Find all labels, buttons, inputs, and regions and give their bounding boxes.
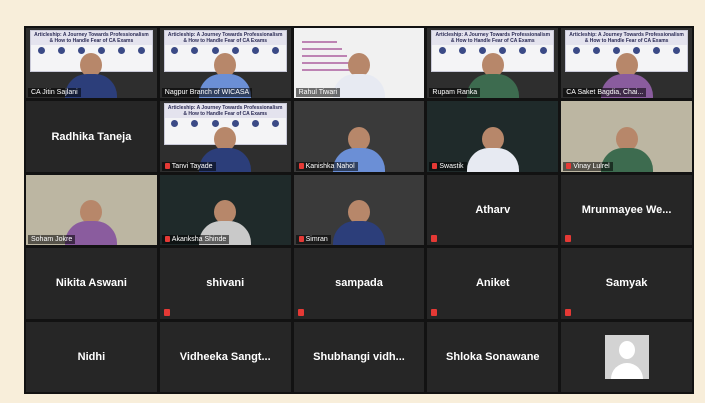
participant-tile[interactable]: sampada: [293, 248, 425, 319]
participant-tile[interactable]: [561, 321, 692, 392]
participant-tile[interactable]: Articleship: A Journey Towards Professio…: [561, 28, 692, 99]
participant-tile[interactable]: Samyak: [561, 248, 692, 319]
participant-name-tag: Nagpur Branch of WICASA: [161, 88, 253, 98]
muted-mic-icon: [164, 162, 170, 169]
participant-tile[interactable]: Articleship: A Journey Towards Professio…: [159, 28, 291, 99]
slide-title: Articleship: A Journey Towards Professio…: [566, 31, 687, 45]
participant-video-person: [466, 126, 519, 172]
participant-name: Radhika Taneja: [51, 130, 132, 143]
participant-tile[interactable]: Soham Jokre: [26, 174, 157, 246]
participant-name: Soham Jokre: [31, 236, 73, 244]
participant-tile[interactable]: Shubhangi vidh...: [293, 321, 425, 392]
participant-tile[interactable]: Nikita Aswani: [26, 248, 157, 319]
slide-title: Articleship: A Journey Towards Professio…: [164, 31, 286, 45]
muted-mic-icon: [298, 236, 304, 243]
participant-name: Akanksha Shinde: [171, 236, 227, 244]
participant-tile[interactable]: Shloka Sonawane: [427, 321, 559, 392]
participant-name: Vinay Lulrel: [573, 162, 610, 170]
participant-name: Nidhi: [77, 350, 106, 363]
participant-name-tag: Swastik: [429, 161, 467, 171]
participant-tile[interactable]: Swastik: [427, 101, 559, 172]
participant-tile[interactable]: Articleship: A Journey Towards Professio…: [427, 28, 559, 99]
participant-name: Tanvi Tayade: [171, 162, 213, 170]
participant-tile[interactable]: Radhika Taneja: [26, 101, 157, 172]
participant-name-tag: Rahul Tiwari: [295, 88, 341, 98]
participant-name: Samyak: [605, 277, 648, 290]
participant-name-tag: Soham Jokre: [28, 235, 76, 245]
video-gallery-grid: Articleship: A Journey Towards Professio…: [24, 26, 694, 394]
participant-name-tag: Kanishka Nahol: [295, 161, 358, 171]
participant-name: Mrunmayee We...: [581, 203, 672, 216]
participant-name: Simran: [305, 236, 328, 244]
muted-mic-icon: [565, 308, 572, 316]
participant-name: Kanishka Nahol: [305, 162, 355, 170]
participant-name: Rupam Ranka: [432, 89, 478, 97]
participant-name: Nagpur Branch of WICASA: [164, 89, 250, 97]
muted-mic-icon: [431, 235, 438, 243]
page-background: Articleship: A Journey Towards Professio…: [0, 0, 705, 403]
participant-tile[interactable]: Vinay Lulrel: [561, 101, 692, 172]
participant-tile[interactable]: Articleship: A Journey Towards Professio…: [26, 28, 157, 99]
participant-tile[interactable]: Kanishka Nahol: [293, 101, 425, 172]
muted-mic-icon: [163, 308, 170, 316]
participant-name-tag: Simran: [295, 235, 331, 245]
participant-name: shivani: [206, 277, 245, 290]
slide-title: Articleship: A Journey Towards Professio…: [31, 31, 152, 45]
participant-name-tag: CA Saket Bagdia, Chai...: [563, 88, 647, 98]
participant-tile[interactable]: Nidhi: [26, 321, 157, 392]
participant-tile[interactable]: Rahul Tiwari: [293, 28, 425, 99]
muted-mic-icon: [432, 162, 438, 169]
participant-name: Shloka Sonawane: [446, 350, 540, 363]
muted-mic-icon: [297, 308, 304, 316]
participant-name-tag: Vinay Lulrel: [563, 161, 613, 171]
participant-name: Rahul Tiwari: [298, 89, 338, 97]
participant-name: Swastik: [439, 162, 464, 170]
participant-name-tag: CA Jitin Sajlani: [28, 88, 81, 98]
muted-mic-icon: [298, 162, 304, 169]
participant-name: Nikita Aswani: [55, 277, 127, 290]
participant-tile[interactable]: shivani: [159, 248, 291, 319]
participant-tile[interactable]: Aniket: [427, 248, 559, 319]
muted-mic-icon: [431, 308, 438, 316]
participant-name: Shubhangi vidh...: [313, 350, 405, 363]
participant-name: CA Saket Bagdia, Chai...: [566, 89, 644, 97]
participant-name: CA Jitin Sajlani: [31, 89, 78, 97]
participant-tile[interactable]: Simran: [293, 174, 425, 246]
participant-name: Atharv: [475, 203, 511, 216]
participant-tile[interactable]: Vidheeka Sangt...: [159, 321, 291, 392]
default-avatar-icon: [604, 334, 649, 379]
muted-mic-icon: [566, 162, 572, 169]
participant-name: Vidheeka Sangt...: [179, 350, 271, 363]
participant-tile[interactable]: Akanksha Shinde: [159, 174, 291, 246]
participant-name-tag: Tanvi Tayade: [161, 161, 216, 171]
participant-name: sampada: [335, 277, 383, 290]
participant-video-person: [332, 53, 385, 99]
participant-name: Aniket: [475, 277, 510, 290]
slide-title: Articleship: A Journey Towards Professio…: [164, 104, 286, 119]
participant-tile[interactable]: Articleship: A Journey Towards Professio…: [159, 101, 291, 172]
participant-tile[interactable]: Mrunmayee We...: [561, 174, 692, 246]
muted-mic-icon: [164, 236, 170, 243]
muted-mic-icon: [565, 235, 572, 243]
participant-tile[interactable]: Atharv: [427, 174, 559, 246]
participant-name-tag: Akanksha Shinde: [161, 235, 230, 245]
slide-title: Articleship: A Journey Towards Professio…: [432, 31, 554, 45]
participant-name-tag: Rupam Ranka: [429, 88, 481, 98]
participant-video-person: [332, 200, 385, 246]
